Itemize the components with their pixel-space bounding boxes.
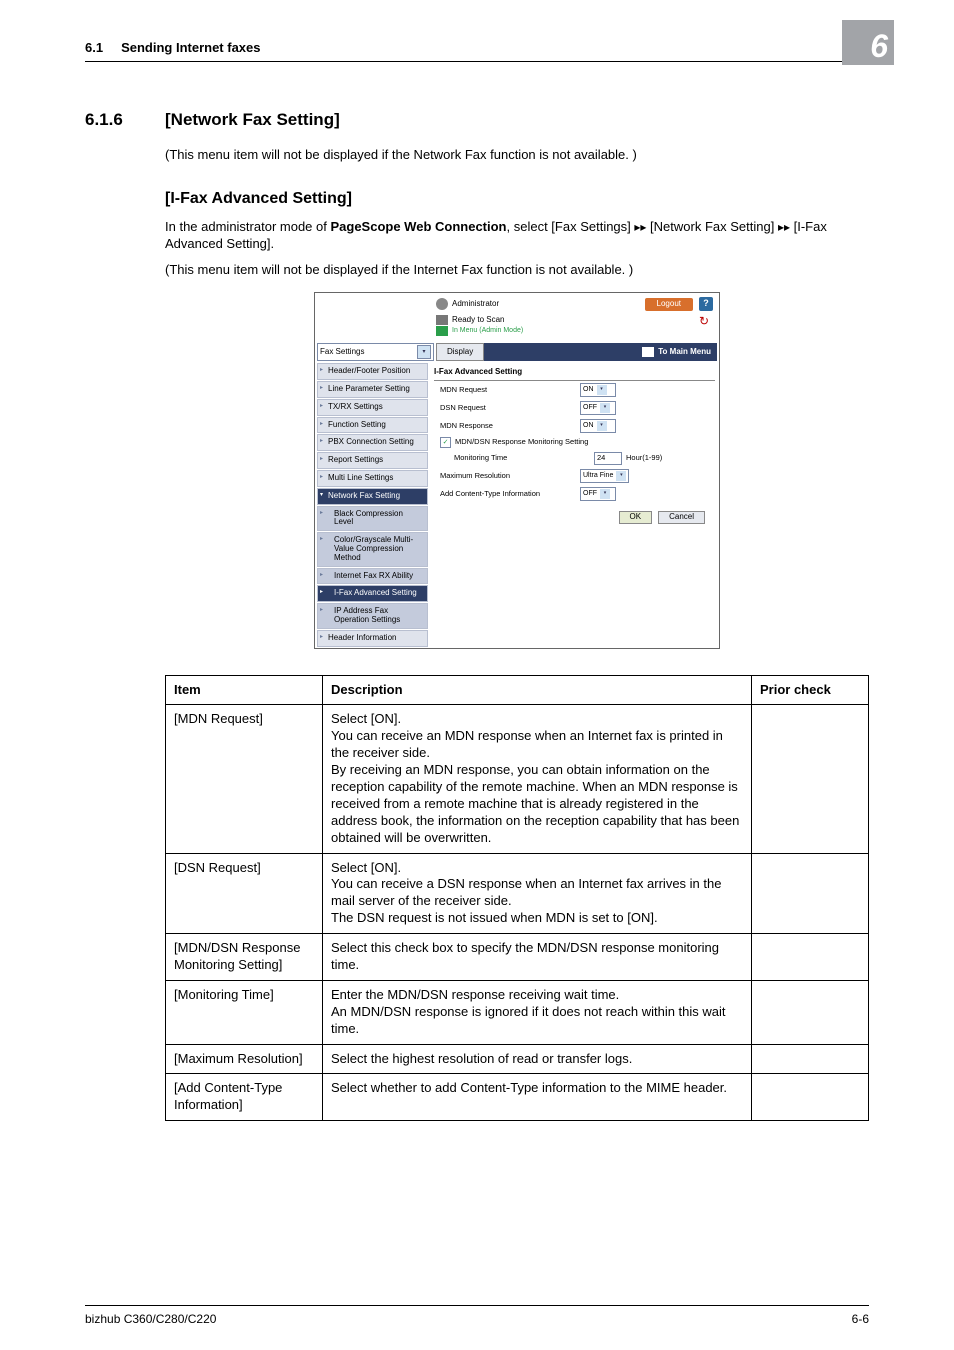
ok-button[interactable]: OK bbox=[619, 511, 653, 524]
table-header: Item bbox=[166, 675, 323, 705]
field-label: Maximum Resolution bbox=[434, 472, 580, 480]
menu-icon bbox=[436, 326, 448, 336]
unit-label: Hour(1-99) bbox=[626, 454, 662, 462]
field-label: MDN Request bbox=[434, 386, 580, 394]
cancel-button[interactable]: Cancel bbox=[658, 511, 705, 524]
description-table: Item Description Prior check [MDN Reques… bbox=[165, 675, 869, 1122]
table-row: [MDN Request]Select [ON]. You can receiv… bbox=[166, 705, 869, 853]
chevron-down-icon: ▾ bbox=[600, 489, 610, 499]
table-row: [Add Content-Type Information]Select whe… bbox=[166, 1074, 869, 1121]
table-row: [Maximum Resolution]Select the highest r… bbox=[166, 1044, 869, 1074]
field-label: DSN Request bbox=[434, 404, 580, 412]
chevron-down-icon: ▾ bbox=[616, 471, 626, 481]
sidebar: Header/Footer Position Line Parameter Se… bbox=[317, 363, 428, 647]
field-label: Add Content-Type Information bbox=[434, 490, 580, 498]
content-type-select[interactable]: OFF▾ bbox=[580, 487, 616, 501]
web-ui-screenshot: Administrator Logout ? Ready to Scan In … bbox=[314, 292, 720, 648]
sidebar-subitem[interactable]: IP Address Fax Operation Settings bbox=[317, 603, 428, 629]
field-label: Monitoring Time bbox=[434, 454, 594, 462]
monitoring-time-input[interactable]: 24 bbox=[594, 452, 622, 465]
sidebar-subitem-active[interactable]: I-Fax Advanced Setting bbox=[317, 585, 428, 602]
sidebar-item[interactable]: TX/RX Settings bbox=[317, 399, 428, 416]
footer-model: bizhub C360/C280/C220 bbox=[85, 1312, 216, 1326]
mdn-request-select[interactable]: ON▾ bbox=[580, 383, 616, 397]
home-icon bbox=[642, 347, 654, 357]
to-main-menu-button[interactable]: To Main Menu bbox=[484, 343, 717, 361]
sidebar-item[interactable]: Report Settings bbox=[317, 452, 428, 469]
intro-paragraph: In the administrator mode of PageScope W… bbox=[165, 218, 869, 253]
sidebar-subitem[interactable]: Black Compression Level bbox=[317, 506, 428, 532]
display-button[interactable]: Display bbox=[436, 343, 484, 361]
help-icon[interactable]: ? bbox=[699, 297, 713, 311]
cell-description: Select the highest resolution of read or… bbox=[323, 1044, 752, 1074]
arrow-icon: ▸▸ bbox=[634, 220, 646, 234]
menu-mode-text: In Menu (Admin Mode) bbox=[452, 327, 523, 335]
admin-icon bbox=[436, 298, 448, 310]
sidebar-item[interactable]: Header/Footer Position bbox=[317, 363, 428, 380]
sidebar-subitem[interactable]: Color/Grayscale Multi-Value Compression … bbox=[317, 532, 428, 566]
table-row: [DSN Request]Select [ON]. You can receiv… bbox=[166, 853, 869, 934]
panel-title: I-Fax Advanced Setting bbox=[434, 365, 715, 381]
table-row: [MDN/DSN Response Monitoring Setting]Sel… bbox=[166, 934, 869, 981]
max-resolution-select[interactable]: Ultra Fine▾ bbox=[580, 469, 629, 483]
field-label: MDN Response bbox=[434, 422, 580, 430]
sidebar-item[interactable]: Multi Line Settings bbox=[317, 470, 428, 487]
cell-description: Select [ON]. You can receive a DSN respo… bbox=[323, 853, 752, 934]
subsection-number: 6.1.6 bbox=[85, 110, 165, 130]
chevron-down-icon: ▾ bbox=[417, 345, 431, 359]
sub-heading: [I-Fax Advanced Setting] bbox=[165, 190, 869, 208]
cell-prior bbox=[752, 1074, 869, 1121]
table-header: Prior check bbox=[752, 675, 869, 705]
printer-icon bbox=[436, 315, 448, 325]
note-text: (This menu item will not be displayed if… bbox=[165, 146, 869, 164]
arrow-icon: ▸▸ bbox=[778, 220, 790, 234]
cell-item: [MDN/DSN Response Monitoring Setting] bbox=[166, 934, 323, 981]
cell-description: Select [ON]. You can receive an MDN resp… bbox=[323, 705, 752, 853]
subsection-title: [Network Fax Setting] bbox=[165, 110, 340, 130]
sidebar-item[interactable]: Line Parameter Setting bbox=[317, 381, 428, 398]
cell-item: [MDN Request] bbox=[166, 705, 323, 853]
cell-prior bbox=[752, 934, 869, 981]
cell-item: [Add Content-Type Information] bbox=[166, 1074, 323, 1121]
page-footer: bizhub C360/C280/C220 6-6 bbox=[85, 1305, 869, 1326]
cell-description: Select this check box to specify the MDN… bbox=[323, 934, 752, 981]
chevron-down-icon: ▾ bbox=[600, 403, 610, 413]
cell-item: [DSN Request] bbox=[166, 853, 323, 934]
chevron-down-icon: ▾ bbox=[597, 421, 607, 431]
sidebar-group[interactable]: Network Fax Setting bbox=[317, 488, 428, 505]
mdn-response-select[interactable]: ON▾ bbox=[580, 419, 616, 433]
cell-item: [Monitoring Time] bbox=[166, 980, 323, 1044]
chapter-number-box: 6 bbox=[842, 20, 894, 65]
cell-item: [Maximum Resolution] bbox=[166, 1044, 323, 1074]
header-section-title: Sending Internet faxes bbox=[121, 40, 260, 55]
sidebar-item[interactable]: Function Setting bbox=[317, 417, 428, 434]
sidebar-subitem[interactable]: Internet Fax RX Ability bbox=[317, 568, 428, 585]
cell-prior bbox=[752, 1044, 869, 1074]
cell-prior bbox=[752, 853, 869, 934]
table-row: [Monitoring Time]Enter the MDN/DSN respo… bbox=[166, 980, 869, 1044]
category-select[interactable]: Fax Settings▾ bbox=[317, 343, 434, 361]
admin-label: Administrator bbox=[436, 298, 499, 310]
cell-prior bbox=[752, 980, 869, 1044]
chevron-down-icon: ▾ bbox=[597, 385, 607, 395]
sidebar-item[interactable]: Header Information bbox=[317, 630, 428, 647]
refresh-icon[interactable]: ↻ bbox=[699, 315, 713, 329]
header-section-number: 6.1 bbox=[85, 40, 103, 55]
footer-page: 6-6 bbox=[852, 1312, 869, 1326]
status-text: Ready to Scan bbox=[452, 316, 504, 325]
sidebar-item[interactable]: PBX Connection Setting bbox=[317, 434, 428, 451]
cell-description: Select whether to add Content-Type infor… bbox=[323, 1074, 752, 1121]
cell-prior bbox=[752, 705, 869, 853]
settings-panel: I-Fax Advanced Setting MDN Request ON▾ D… bbox=[430, 363, 719, 647]
logout-button[interactable]: Logout bbox=[645, 298, 693, 311]
note-text-2: (This menu item will not be displayed if… bbox=[165, 261, 869, 279]
monitoring-setting-checkbox[interactable]: ✓ bbox=[440, 437, 451, 448]
dsn-request-select[interactable]: OFF▾ bbox=[580, 401, 616, 415]
page-header: 6.1 Sending Internet faxes bbox=[85, 40, 869, 62]
cell-description: Enter the MDN/DSN response receiving wai… bbox=[323, 980, 752, 1044]
field-label: MDN/DSN Response Monitoring Setting bbox=[455, 438, 588, 446]
table-header: Description bbox=[323, 675, 752, 705]
